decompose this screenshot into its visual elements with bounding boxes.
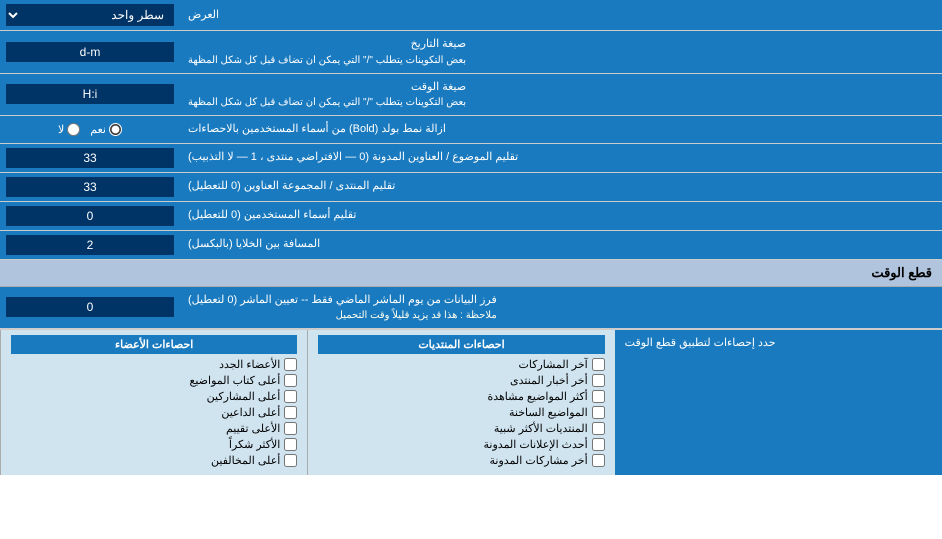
display-mode-cell[interactable]: سطر واحدسطرانثلاثة أسطر — [0, 0, 180, 30]
title-order-input-cell[interactable] — [0, 144, 180, 172]
checkbox-item[interactable]: آخر المشاركات — [318, 358, 604, 371]
forum-order-input-cell[interactable] — [0, 173, 180, 201]
date-format-row: صيغة التاريخ بعض التكوينات يتطلب "/" الت… — [0, 31, 942, 74]
bold-remove-row: ازالة نمط بولد (Bold) من أسماء المستخدمي… — [0, 116, 942, 144]
checkbox-top-writers[interactable] — [284, 374, 297, 387]
user-order-label: تقليم أسماء المستخدمين (0 للتعطيل) — [180, 202, 942, 230]
checkbox-blog-posts[interactable] — [592, 454, 605, 467]
title-order-label: تقليم الموضوع / العناوين المدونة (0 — ال… — [180, 144, 942, 172]
checkbox-latest-posts[interactable] — [592, 358, 605, 371]
checkbox-item[interactable]: أخر مشاركات المدونة — [318, 454, 604, 467]
bold-remove-radio-group: نعم لا — [58, 123, 122, 136]
forum-order-input[interactable] — [6, 177, 174, 197]
checkbox-item[interactable]: المواضيع الساخنة — [318, 406, 604, 419]
radio-no[interactable] — [67, 123, 80, 136]
checkbox-hot-topics[interactable] — [592, 406, 605, 419]
checkbox-latest-announce[interactable] — [592, 438, 605, 451]
checkbox-top-inviters[interactable] — [284, 406, 297, 419]
gap-input-cell[interactable] — [0, 231, 180, 259]
title-order-row: تقليم الموضوع / العناوين المدونة (0 — ال… — [0, 144, 942, 173]
time-format-input-cell[interactable] — [0, 74, 180, 116]
checkbox-most-forums[interactable] — [592, 422, 605, 435]
checkbox-item[interactable]: الأعلى تقييم — [11, 422, 297, 435]
time-format-input[interactable] — [6, 84, 174, 104]
bold-remove-radio-cell[interactable]: نعم لا — [0, 116, 180, 143]
time-cut-input-cell[interactable] — [0, 287, 180, 329]
checkbox-item[interactable]: أكثر المواضيع مشاهدة — [318, 390, 604, 403]
checkbox-top-rated[interactable] — [284, 422, 297, 435]
checkbox-most-viewed[interactable] — [592, 390, 605, 403]
stats-col-members: احصاءات الأعضاء الأعضاء الجدد أعلى كتاب … — [0, 330, 307, 475]
radio-yes[interactable] — [109, 123, 122, 136]
user-order-input[interactable] — [6, 206, 174, 226]
time-section-header: قطع الوقت — [0, 260, 942, 287]
checkbox-top-sharers[interactable] — [284, 390, 297, 403]
checkbox-item[interactable]: أعلى كتاب المواضيع — [11, 374, 297, 387]
user-order-input-cell[interactable] — [0, 202, 180, 230]
forum-order-row: تقليم المنتدى / المجموعة العناوين (0 للت… — [0, 173, 942, 202]
checkbox-most-thanked[interactable] — [284, 438, 297, 451]
checkbox-new-members[interactable] — [284, 358, 297, 371]
stats-col-forums: احصاءات المنتديات آخر المشاركات أخر أخبا… — [307, 330, 614, 475]
time-format-label: صيغة الوقت بعض التكوينات يتطلب "/" التي … — [180, 74, 942, 116]
checkbox-forum-news[interactable] — [592, 374, 605, 387]
checkbox-item[interactable]: أعلى المخالفين — [11, 454, 297, 467]
gap-input[interactable] — [6, 235, 174, 255]
time-cut-label: فرز البيانات من يوم الماشر الماضي فقط --… — [180, 287, 942, 329]
checkbox-item[interactable]: الأعضاء الجدد — [11, 358, 297, 371]
stats-checkboxes-container: احصاءات المنتديات آخر المشاركات أخر أخبا… — [0, 330, 615, 475]
stats-section: حدد إحصاءات لتطبيق قطع الوقت احصاءات الم… — [0, 329, 942, 475]
checkbox-item[interactable]: أعلى الداعين — [11, 406, 297, 419]
time-cut-row: فرز البيانات من يوم الماشر الماضي فقط --… — [0, 287, 942, 330]
gap-label: المسافة بين الخلايا (بالبكسل) — [180, 231, 942, 259]
date-format-input-cell[interactable] — [0, 31, 180, 73]
radio-yes-label[interactable]: نعم — [90, 123, 122, 136]
page-title-label: العرض — [180, 0, 942, 30]
date-format-input[interactable] — [6, 42, 174, 62]
checkbox-item[interactable]: أعلى المشاركين — [11, 390, 297, 403]
time-cut-input[interactable] — [6, 297, 174, 317]
title-order-input[interactable] — [6, 148, 174, 168]
checkbox-item[interactable]: المنتديات الأكثر شبية — [318, 422, 604, 435]
date-format-label: صيغة التاريخ بعض التكوينات يتطلب "/" الت… — [180, 31, 942, 73]
checkbox-item[interactable]: الأكثر شكراً — [11, 438, 297, 451]
stats-col-members-header: احصاءات الأعضاء — [11, 335, 297, 354]
checkbox-top-violators[interactable] — [284, 454, 297, 467]
display-mode-select[interactable]: سطر واحدسطرانثلاثة أسطر — [6, 4, 174, 26]
gap-row: المسافة بين الخلايا (بالبكسل) — [0, 231, 942, 260]
stats-col-forums-header: احصاءات المنتديات — [318, 335, 604, 354]
time-format-row: صيغة الوقت بعض التكوينات يتطلب "/" التي … — [0, 74, 942, 117]
stats-label: حدد إحصاءات لتطبيق قطع الوقت — [615, 330, 942, 475]
bold-remove-label: ازالة نمط بولد (Bold) من أسماء المستخدمي… — [180, 116, 942, 143]
header-row: العرض سطر واحدسطرانثلاثة أسطر — [0, 0, 942, 31]
checkbox-item[interactable]: أخر أخبار المنتدى — [318, 374, 604, 387]
user-order-row: تقليم أسماء المستخدمين (0 للتعطيل) — [0, 202, 942, 231]
forum-order-label: تقليم المنتدى / المجموعة العناوين (0 للت… — [180, 173, 942, 201]
radio-no-label[interactable]: لا — [58, 123, 80, 136]
checkbox-item[interactable]: أحدث الإعلانات المدونة — [318, 438, 604, 451]
